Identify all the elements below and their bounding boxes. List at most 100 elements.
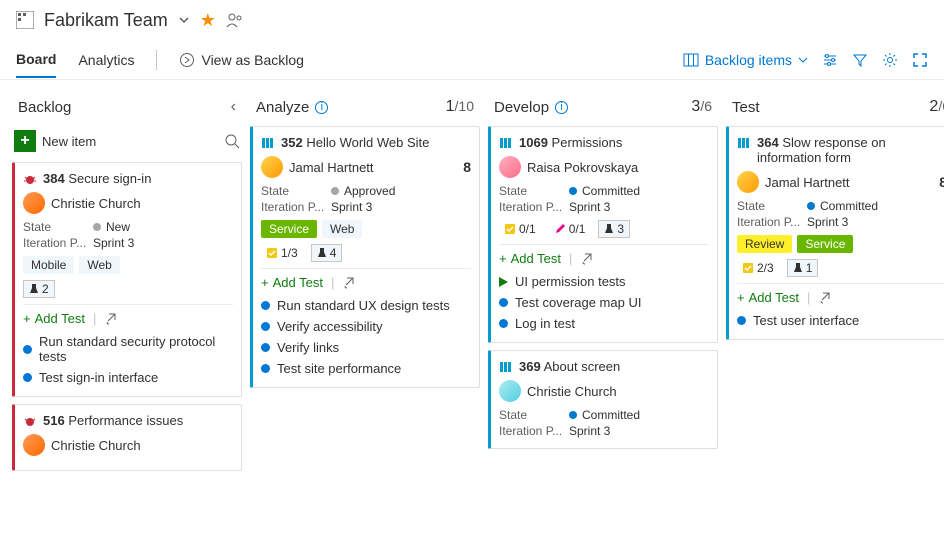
- avatar: [499, 380, 521, 402]
- column-develop: Develop i 3/6 1069 Permissions Raisa Pok…: [488, 92, 718, 456]
- card-1069[interactable]: 1069 Permissions Raisa Pokrovskaya State…: [488, 126, 718, 343]
- assignee[interactable]: Christie Church: [23, 192, 233, 214]
- flask-icon: [793, 262, 803, 274]
- flask-counter[interactable]: 4: [311, 244, 343, 262]
- assignee-name: Jamal Hartnett: [289, 160, 374, 175]
- tab-analytics[interactable]: Analytics: [78, 43, 134, 77]
- bullet-icon: [261, 343, 270, 352]
- column-title: Develop: [494, 99, 549, 116]
- column-header: Test 2/6: [726, 92, 944, 126]
- assignee[interactable]: Jamal Hartnett 8: [737, 171, 944, 193]
- test-item[interactable]: Log in test: [499, 313, 709, 334]
- test-item[interactable]: Run standard security protocol tests: [23, 331, 233, 367]
- tab-board[interactable]: Board: [16, 42, 56, 78]
- team-members-icon[interactable]: [226, 11, 244, 29]
- info-icon[interactable]: i: [315, 101, 328, 114]
- open-arrow-icon[interactable]: [342, 276, 356, 290]
- info-icon[interactable]: i: [555, 101, 568, 114]
- plus-icon: +: [23, 311, 31, 326]
- backlog-items-dropdown[interactable]: Backlog items: [683, 52, 808, 68]
- task-icon: [504, 223, 516, 235]
- assignee-name: Raisa Pokrovskaya: [527, 160, 638, 175]
- pbi-icon: [737, 136, 751, 150]
- task-counter[interactable]: 1/3: [261, 245, 303, 261]
- column-header: Develop i 3/6: [488, 92, 718, 126]
- tag[interactable]: Mobile: [23, 256, 74, 274]
- flask-counter[interactable]: 1: [787, 259, 819, 277]
- add-test-button[interactable]: +Add Test: [261, 275, 323, 290]
- field-iteration-label: Iteration P...: [23, 236, 93, 250]
- flask-counter[interactable]: 3: [598, 220, 630, 238]
- view-as-backlog-button[interactable]: View as Backlog: [179, 52, 303, 68]
- iteration-value: Sprint 3: [93, 236, 134, 250]
- add-test-button[interactable]: +Add Test: [499, 251, 561, 266]
- card-id: 352: [281, 135, 303, 150]
- pencil-icon: [554, 223, 566, 235]
- card-title: Permissions: [552, 135, 623, 150]
- favorite-star-icon[interactable]: ★: [200, 10, 216, 31]
- pbi-icon: [499, 136, 513, 150]
- filter-icon[interactable]: [852, 52, 868, 68]
- bullet-icon: [23, 373, 32, 382]
- task-counter[interactable]: 0/1: [499, 221, 541, 237]
- assignee[interactable]: Raisa Pokrovskaya: [499, 156, 709, 178]
- test-item[interactable]: Verify accessibility: [261, 316, 471, 337]
- card-id: 369: [519, 359, 541, 374]
- play-icon: [499, 277, 508, 287]
- card-384[interactable]: 384 Secure sign-in Christie Church State…: [12, 162, 242, 397]
- card-id: 384: [43, 171, 65, 186]
- test-item[interactable]: Verify links: [261, 337, 471, 358]
- open-arrow-icon[interactable]: [580, 252, 594, 266]
- column-count: 3/6: [691, 98, 712, 116]
- collapse-icon[interactable]: ‹: [231, 98, 236, 116]
- bullet-icon: [261, 364, 270, 373]
- card-364[interactable]: 364 Slow response on information form Ja…: [726, 126, 944, 340]
- bullet-icon: [261, 301, 270, 310]
- test-item[interactable]: UI permission tests: [499, 271, 709, 292]
- assignee[interactable]: Jamal Hartnett 8: [261, 156, 471, 178]
- gear-icon[interactable]: [882, 52, 898, 68]
- test-item[interactable]: Test user interface: [737, 310, 944, 331]
- view-as-backlog-label: View as Backlog: [201, 52, 303, 68]
- assignee-name: Christie Church: [51, 196, 141, 211]
- test-item[interactable]: Test site performance: [261, 358, 471, 379]
- tag[interactable]: Service: [261, 220, 317, 238]
- assignee[interactable]: Christie Church: [499, 380, 709, 402]
- tag[interactable]: Web: [322, 220, 362, 238]
- task-counter[interactable]: 2/3: [737, 260, 779, 276]
- flask-counter[interactable]: 2: [23, 280, 55, 298]
- new-item-button[interactable]: + New item: [14, 130, 96, 152]
- card-title: Secure sign-in: [68, 171, 151, 186]
- card-369[interactable]: 369 About screen Christie Church StateCo…: [488, 350, 718, 449]
- add-test-button[interactable]: +Add Test: [23, 311, 85, 326]
- header: Fabrikam Team ★: [0, 0, 944, 40]
- test-item[interactable]: Test coverage map UI: [499, 292, 709, 313]
- avatar: [261, 156, 283, 178]
- card-352[interactable]: 352 Hello World Web Site Jamal Hartnett …: [250, 126, 480, 388]
- effort-badge: 8: [463, 159, 471, 175]
- test-item[interactable]: Run standard UX design tests: [261, 295, 471, 316]
- assignee[interactable]: Christie Church: [23, 434, 233, 456]
- state-dot-icon: [93, 223, 101, 231]
- tag[interactable]: Service: [797, 235, 853, 253]
- chevron-down-icon[interactable]: [178, 14, 190, 26]
- card-516[interactable]: 516 Performance issues Christie Church: [12, 404, 242, 471]
- tag[interactable]: Web: [79, 256, 119, 274]
- settings-sliders-icon[interactable]: [822, 52, 838, 68]
- right-toolbar: Backlog items: [683, 52, 928, 68]
- team-name[interactable]: Fabrikam Team: [44, 10, 168, 31]
- tag[interactable]: Review: [737, 235, 792, 253]
- open-arrow-icon[interactable]: [104, 312, 118, 326]
- flask-icon: [29, 283, 39, 295]
- pencil-counter[interactable]: 0/1: [549, 221, 591, 237]
- fullscreen-icon[interactable]: [912, 52, 928, 68]
- open-arrow-icon[interactable]: [818, 291, 832, 305]
- pbi-icon: [261, 136, 275, 150]
- test-item[interactable]: Test sign-in interface: [23, 367, 233, 388]
- avatar: [737, 171, 759, 193]
- avatar: [23, 192, 45, 214]
- add-test-button[interactable]: +Add Test: [737, 290, 799, 305]
- flask-icon: [317, 247, 327, 259]
- search-icon[interactable]: [224, 133, 240, 149]
- state-dot-icon: [331, 187, 339, 195]
